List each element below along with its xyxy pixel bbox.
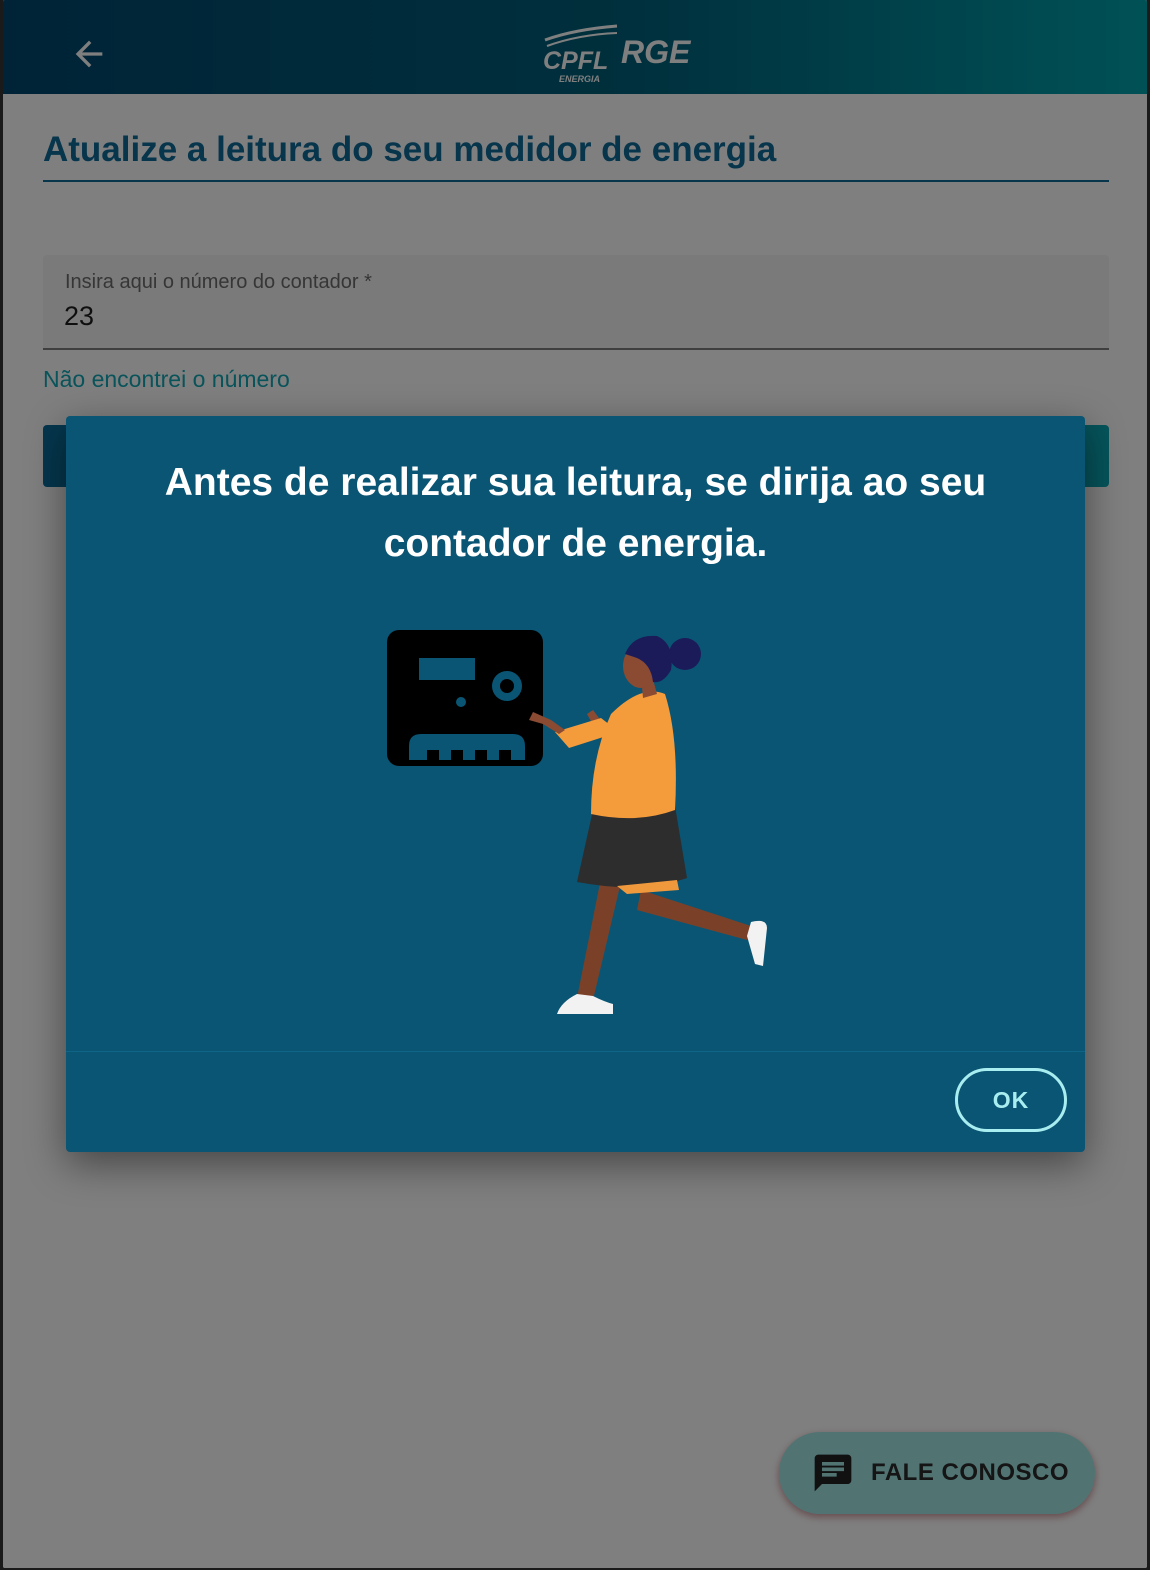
woman-figure: [529, 635, 767, 1014]
dialog-divider: [66, 1051, 1085, 1052]
energy-meter-icon: [387, 630, 543, 766]
ok-button[interactable]: OK: [955, 1068, 1067, 1132]
meter-reading-dialog: Antes de realizar sua leitura, se dirija…: [66, 416, 1085, 1152]
dialog-message: Antes de realizar sua leitura, se dirija…: [164, 461, 987, 565]
app-frame: CPFL ENERGIA RGE Atualize a leitura do s…: [3, 0, 1147, 1568]
person-walking-to-meter-illustration: [387, 630, 767, 1014]
